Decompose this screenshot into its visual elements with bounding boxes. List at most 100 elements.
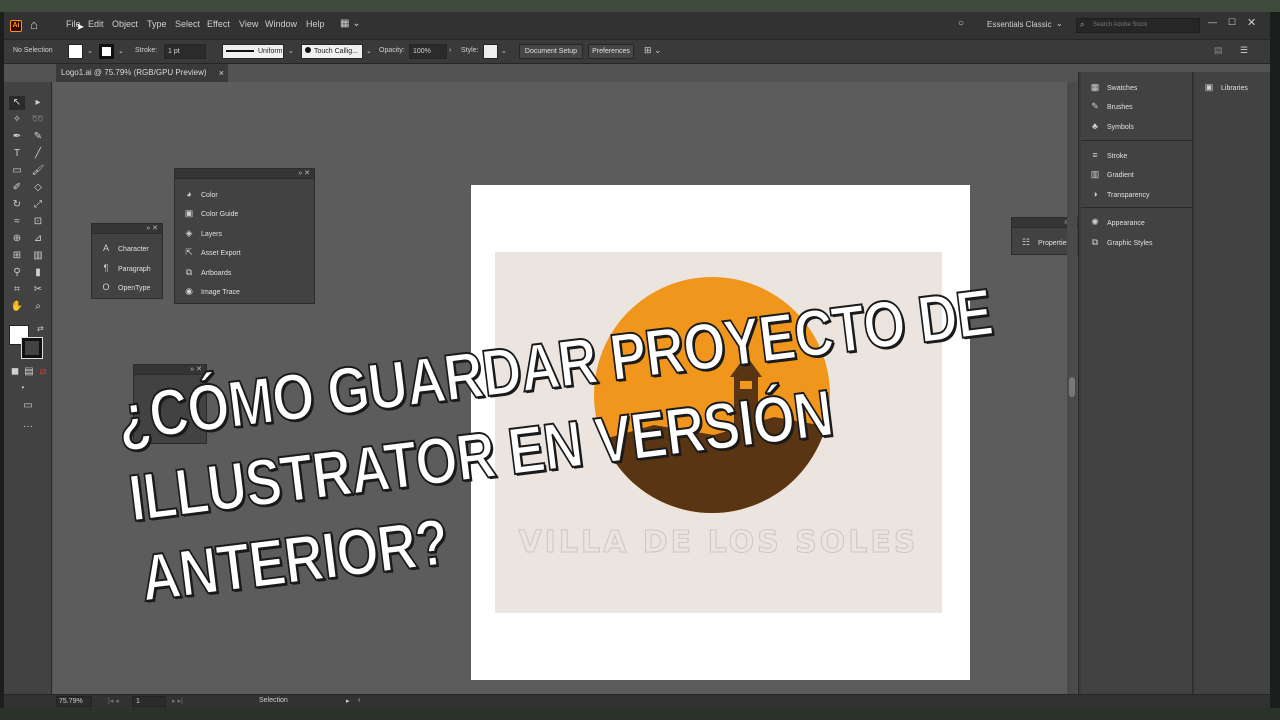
dock-item-gradient[interactable]: ▥ Gradient <box>1089 166 1134 182</box>
chevron-down-icon[interactable]: ⌄ <box>501 47 507 55</box>
stroke-color-box[interactable] <box>21 337 43 359</box>
stroke-profile-select[interactable]: Uniform <box>222 44 284 59</box>
chevron-down-icon[interactable]: ⌄ <box>1056 19 1063 28</box>
chevron-down-icon[interactable]: ⌄ <box>118 47 124 55</box>
panel-item-color[interactable]: ◕ Color <box>183 187 217 201</box>
panel-item-artboards[interactable]: ⧉ Artboards <box>183 265 232 279</box>
first-artboard-icon[interactable]: |◂ ◂ <box>108 697 119 705</box>
artboard-tool-icon[interactable]: ⌗ <box>9 283 25 297</box>
panel-header[interactable]: » ✕ <box>92 224 162 234</box>
hand-tool-icon[interactable]: ✋ <box>9 300 25 314</box>
home-icon[interactable]: ⌂ <box>30 17 38 32</box>
drawing-modes-icon[interactable]: ◔ <box>14 382 30 396</box>
magic-wand-tool-icon[interactable]: ✧ <box>9 113 25 127</box>
shape-builder-tool-icon[interactable]: ⊕ <box>9 232 25 246</box>
dock-item-symbols[interactable]: ♣ Symbols <box>1089 118 1134 134</box>
next-artboard-icon[interactable]: ▸ ▸| <box>172 697 183 705</box>
swap-fill-stroke-icon[interactable]: ⇄ <box>37 324 44 333</box>
rotate-tool-icon[interactable]: ↻ <box>9 198 25 212</box>
workspace-switcher[interactable]: Essentials Classic <box>987 20 1051 29</box>
menu-help[interactable]: Help <box>306 19 325 29</box>
zoom-tool-icon[interactable]: ⌕ <box>30 300 46 314</box>
stroke-swatch[interactable] <box>99 44 114 59</box>
arrange-icon[interactable]: ▤ <box>1214 45 1223 56</box>
menu-type[interactable]: Type <box>147 19 167 29</box>
pen-tool-icon[interactable]: ✒ <box>9 130 25 144</box>
panel-item-layers[interactable]: ◈ Layers <box>183 226 222 240</box>
eyedropper-tool-icon[interactable]: ⚲ <box>9 266 25 280</box>
status-menu-icon[interactable]: ▸ <box>346 697 350 705</box>
dock-item-brushes[interactable]: ✎ Brushes <box>1089 98 1132 114</box>
fill-swatch[interactable] <box>68 44 83 59</box>
selection-tool-icon[interactable]: ↖ <box>9 96 25 110</box>
zoom-field[interactable]: 75.79% <box>56 696 92 707</box>
chevron-down-icon[interactable]: ⌄ <box>366 47 372 55</box>
free-transform-tool-icon[interactable]: ⊡ <box>30 215 46 229</box>
scrollbar-thumb[interactable] <box>1069 377 1075 397</box>
stock-search-box[interactable]: ⌕ Search Adobe Stock <box>1076 18 1200 33</box>
panel-header[interactable]: » ✕ <box>134 365 206 375</box>
chevron-down-icon[interactable]: ⌄ <box>288 47 294 55</box>
shaper-tool-icon[interactable]: ✐ <box>9 181 25 195</box>
document-setup-button[interactable]: Document Setup <box>519 44 583 59</box>
rectangle-tool-icon[interactable]: ▭ <box>9 164 25 178</box>
dock-item-graphic-styles[interactable]: ⧉ Graphic Styles <box>1089 234 1153 250</box>
menu-edit[interactable]: Edit <box>88 19 104 29</box>
document-tab[interactable]: Logo1.ai @ 75.79% (RGB/GPU Preview) × <box>56 64 228 82</box>
direct-selection-tool-icon[interactable]: ▸ <box>30 96 46 110</box>
gradient-tool-icon[interactable]: ▥ <box>30 249 46 263</box>
more-tools-icon[interactable]: ··· <box>20 420 36 434</box>
panel-item-opentype[interactable]: O OpenType <box>100 280 150 294</box>
logo-text[interactable]: VILLA DE LOS SOLES <box>495 525 942 561</box>
scale-tool-icon[interactable]: ⤢ <box>30 198 46 212</box>
opacity-field[interactable]: 100% <box>409 44 447 59</box>
dock-item-swatches[interactable]: ▦ Swatches <box>1089 79 1138 95</box>
menu-select[interactable]: Select <box>175 19 200 29</box>
panel-item-properties[interactable]: ☷ Properties <box>1020 235 1070 249</box>
panel-header[interactable]: » ✕ <box>175 169 314 179</box>
stroke-weight-field[interactable]: 1 pt <box>164 44 206 59</box>
menu-object[interactable]: Object <box>112 19 138 29</box>
close-tab-icon[interactable]: × <box>219 64 224 82</box>
panel-item-color-guide[interactable]: ▣ Color Guide <box>183 206 239 220</box>
eraser-tool-icon[interactable]: ◇ <box>30 181 46 195</box>
perspective-grid-tool-icon[interactable]: ⊿ <box>30 232 46 246</box>
dock-item-transparency[interactable]: ◑ Transparency <box>1089 186 1149 202</box>
panel-menu-icon[interactable]: ☰ <box>1240 45 1248 56</box>
line-tool-icon[interactable]: ╱ <box>30 147 46 161</box>
artboard-number-field[interactable]: 1 <box>132 696 166 707</box>
warp-tool-icon[interactable]: ≈ <box>9 215 25 229</box>
panel-item-character[interactable]: A Character <box>100 241 149 255</box>
arrange-documents-icon[interactable]: ▦ ⌄ <box>340 18 361 29</box>
minimize-icon[interactable]: — <box>1208 17 1217 27</box>
slice-tool-icon[interactable]: ✂ <box>30 283 46 297</box>
graphic-style-swatch[interactable] <box>483 44 498 59</box>
dock-item-libraries[interactable]: ▣ Libraries <box>1203 79 1248 95</box>
curvature-tool-icon[interactable]: ✎ <box>30 130 46 144</box>
mesh-tool-icon[interactable]: ⊞ <box>9 249 25 263</box>
panel-item-image-trace[interactable]: ◉ Image Trace <box>183 284 240 298</box>
vertical-scrollbar[interactable] <box>1067 82 1077 694</box>
dock-item-appearance[interactable]: ✺ Appearance <box>1089 214 1145 230</box>
sun-logo-artwork[interactable] <box>594 277 830 513</box>
preferences-button[interactable]: Preferences <box>588 44 634 59</box>
screen-mode-icon[interactable]: ▭ <box>20 399 36 413</box>
maximize-icon[interactable]: ☐ <box>1228 17 1236 28</box>
lasso-tool-icon[interactable]: ➿ <box>30 113 46 127</box>
paintbrush-tool-icon[interactable]: 🖌 <box>30 164 46 178</box>
none-mode-icon[interactable]: ⧄ <box>35 365 51 379</box>
panel-item-paragraph[interactable]: ¶ Paragraph <box>100 261 151 275</box>
align-options-icon[interactable]: ⊞ ⌄ <box>644 45 662 56</box>
close-icon[interactable]: ✕ <box>1247 16 1256 29</box>
chevron-down-icon[interactable]: ⌄ <box>87 47 93 55</box>
menu-effect[interactable]: Effect <box>207 19 230 29</box>
type-tool-icon[interactable]: T <box>9 147 25 161</box>
panel-item-asset-export[interactable]: ⇱ Asset Export <box>183 245 240 259</box>
chevron-right-icon[interactable]: › <box>449 47 451 54</box>
graph-tool-icon[interactable]: ▮ <box>30 266 46 280</box>
lightbulb-icon[interactable]: ○ <box>958 18 964 29</box>
scroll-left-icon[interactable]: ‹ <box>358 697 360 704</box>
menu-window[interactable]: Window <box>265 19 297 29</box>
dock-item-stroke[interactable]: ≡ Stroke <box>1089 147 1127 163</box>
menu-view[interactable]: View <box>239 19 258 29</box>
